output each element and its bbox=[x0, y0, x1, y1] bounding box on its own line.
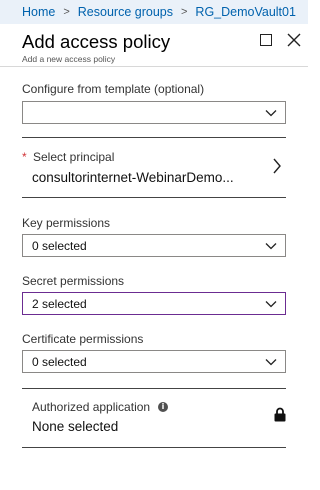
certificate-permissions-value: 0 selected bbox=[32, 354, 87, 369]
select-principal-row[interactable]: * Select principal consultorinternet-Web… bbox=[22, 148, 286, 190]
secret-permissions-value: 2 selected bbox=[32, 296, 87, 311]
authorized-application-row: Authorized application i None selected bbox=[32, 400, 286, 440]
key-permissions-label: Key permissions bbox=[22, 216, 111, 230]
breadcrumb: Home > Resource groups > RG_DemoVault01 bbox=[0, 0, 308, 24]
chevron-right-icon bbox=[273, 158, 281, 174]
template-label: Configure from template (optional) bbox=[22, 82, 205, 96]
chevron-down-icon bbox=[265, 110, 277, 117]
breadcrumb-separator: > bbox=[180, 6, 188, 18]
close-button[interactable] bbox=[286, 32, 302, 48]
secret-permissions-label: Secret permissions bbox=[22, 274, 125, 288]
header-divider bbox=[0, 66, 308, 67]
key-permissions-select[interactable]: 0 selected bbox=[22, 234, 286, 257]
section-divider bbox=[22, 388, 286, 389]
maximize-icon bbox=[260, 34, 272, 46]
principal-value: consultorinternet-WebinarDemo... bbox=[32, 170, 234, 185]
page-title: Add access policy bbox=[22, 31, 171, 52]
section-divider bbox=[22, 137, 286, 138]
chevron-down-icon bbox=[265, 359, 277, 366]
key-permissions-value: 0 selected bbox=[32, 238, 87, 253]
lock-icon bbox=[274, 407, 286, 422]
chevron-down-icon bbox=[265, 301, 277, 308]
principal-label: Select principal bbox=[33, 150, 115, 164]
breadcrumb-resource-groups[interactable]: Resource groups bbox=[78, 5, 173, 19]
breadcrumb-vault[interactable]: RG_DemoVault01 bbox=[195, 5, 296, 19]
certificate-permissions-select[interactable]: 0 selected bbox=[22, 350, 286, 373]
chevron-down-icon bbox=[265, 243, 277, 250]
certificate-permissions-label: Certificate permissions bbox=[22, 332, 144, 346]
maximize-button[interactable] bbox=[258, 32, 274, 48]
page-subtitle: Add a new access policy bbox=[22, 54, 116, 64]
authorized-application-label: Authorized application bbox=[32, 400, 151, 414]
required-asterisk: * bbox=[22, 150, 27, 164]
info-icon[interactable]: i bbox=[158, 402, 168, 412]
breadcrumb-home[interactable]: Home bbox=[22, 5, 55, 19]
section-divider bbox=[22, 197, 286, 198]
breadcrumb-separator: > bbox=[63, 6, 70, 18]
authorized-application-value: None selected bbox=[32, 419, 119, 434]
template-select[interactable] bbox=[22, 101, 286, 124]
close-icon bbox=[287, 33, 301, 47]
secret-permissions-select[interactable]: 2 selected bbox=[22, 292, 286, 315]
section-divider bbox=[22, 447, 286, 448]
